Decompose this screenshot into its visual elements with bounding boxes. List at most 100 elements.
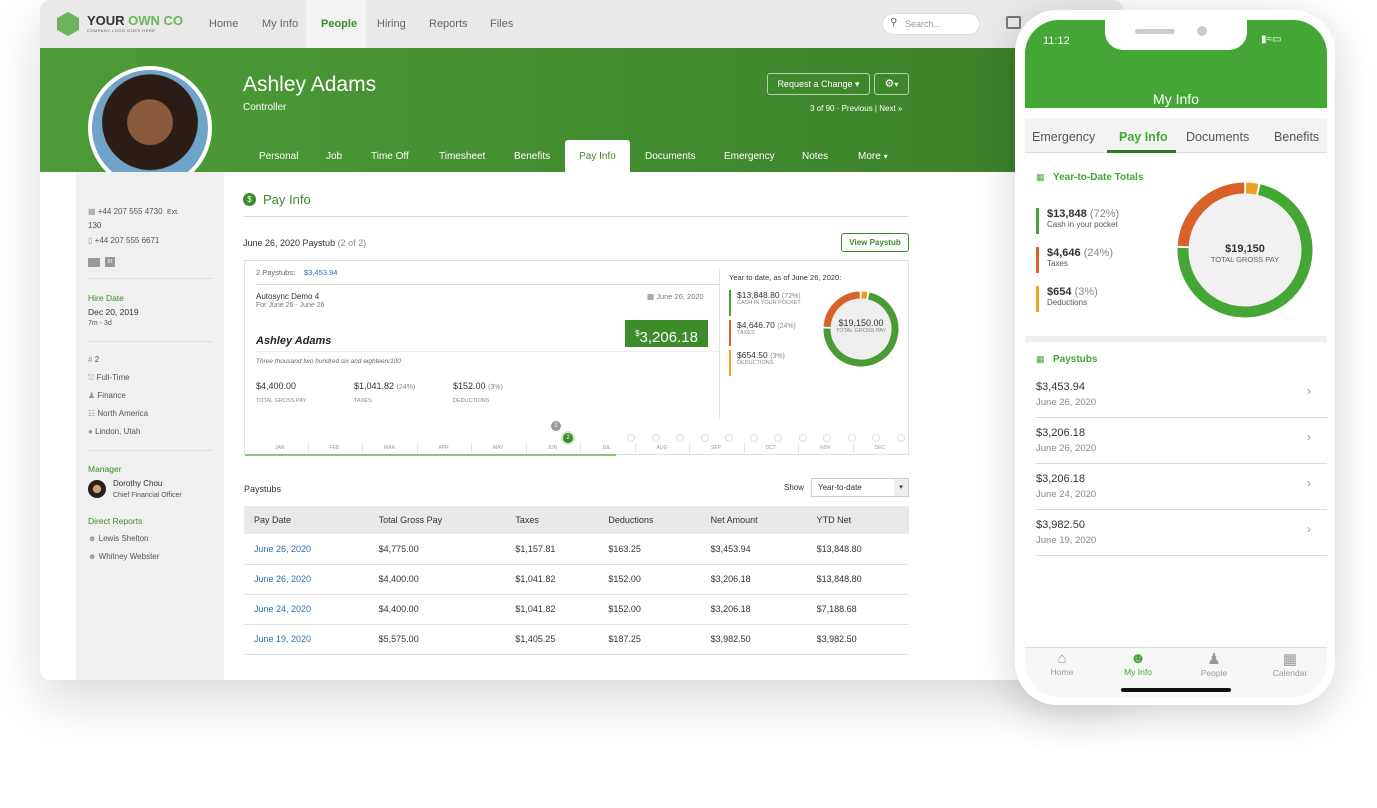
- column-header[interactable]: Net Amount: [700, 506, 807, 534]
- dollar-circle-icon: $: [243, 193, 256, 206]
- nav-home[interactable]: Home: [209, 18, 238, 30]
- nav-reports[interactable]: Reports: [429, 18, 468, 30]
- employee-name: Ashley Adams: [243, 73, 377, 96]
- pay-date-link[interactable]: June 24, 2020: [244, 594, 369, 625]
- settings-button[interactable]: ⚙▾: [874, 73, 909, 95]
- column-header[interactable]: Taxes: [505, 506, 599, 534]
- tab-personal[interactable]: Personal: [259, 151, 298, 162]
- month-divider: [362, 443, 363, 453]
- inbox-icon[interactable]: [1006, 16, 1021, 29]
- mobile-paystub-item[interactable]: $3,982.50 June 19, 2020 ›: [1035, 510, 1327, 556]
- search-input[interactable]: ⚲ Search...: [882, 13, 980, 35]
- timeline-month[interactable]: FEB: [330, 445, 340, 451]
- column-header[interactable]: Total Gross Pay: [368, 506, 506, 534]
- nav-icon: ♟: [1207, 651, 1221, 668]
- column-header[interactable]: Pay Date: [244, 506, 369, 534]
- logo[interactable]: YOUR OWN CO COMPANY LOGO GOES HERE: [57, 12, 207, 36]
- mobile-phone[interactable]: ▯ +44 207 555 6671: [88, 236, 159, 245]
- timeline-dot[interactable]: [676, 434, 684, 442]
- tab-emergency[interactable]: Emergency: [724, 151, 775, 162]
- tab-more[interactable]: More ▾: [858, 151, 888, 162]
- paystubs-amount-link[interactable]: $3,453.94: [304, 268, 337, 277]
- timeline-month[interactable]: APR: [439, 445, 449, 451]
- mobile-paystub-item[interactable]: $3,453.94 June 26, 2020 ›: [1035, 372, 1327, 418]
- timeline-dot[interactable]: [872, 434, 880, 442]
- mobile-tab-emergency[interactable]: Emergency: [1032, 130, 1095, 144]
- tab-pay-info[interactable]: Pay Info: [565, 140, 630, 172]
- month-divider: [689, 443, 690, 453]
- timeline-month[interactable]: AUG: [657, 445, 668, 451]
- timeline-month[interactable]: MAR: [384, 445, 395, 451]
- timeline-month[interactable]: DEC: [875, 445, 886, 451]
- timeline-month[interactable]: NOV: [820, 445, 831, 451]
- work-phone[interactable]: ▦ +44 207 555 4730 Ext. 130: [88, 205, 218, 232]
- table-cell: $3,982.50: [806, 624, 909, 655]
- timeline-month[interactable]: JUL: [602, 445, 611, 451]
- timeline-dot[interactable]: [896, 434, 905, 442]
- timeline-dot[interactable]: [749, 434, 758, 442]
- tab-timesheet[interactable]: Timesheet: [439, 151, 485, 162]
- timeline-dot[interactable]: [847, 434, 856, 442]
- manager-avatar[interactable]: [88, 480, 106, 498]
- pay-date-link[interactable]: June 26, 2020: [244, 564, 369, 595]
- caret-down-icon: ▾: [855, 79, 860, 89]
- bottom-nav-item[interactable]: ⌂ Home: [1037, 650, 1087, 677]
- timeline-dot[interactable]: [725, 434, 733, 442]
- column-header[interactable]: Deductions: [598, 506, 701, 534]
- tab-time-off[interactable]: Time Off: [371, 151, 409, 162]
- manager-name[interactable]: Dorothy Chou: [113, 479, 162, 488]
- timeline-dot[interactable]: [627, 434, 635, 442]
- table-row: June 19, 2020 $5,575.00 $1,405.25 $187.25 $3…: [244, 624, 909, 655]
- timeline-month[interactable]: JAN: [275, 445, 284, 451]
- bottom-nav-item[interactable]: ♟ People: [1189, 650, 1239, 678]
- column-header[interactable]: YTD Net: [806, 506, 909, 534]
- direct-report[interactable]: ☻ Whitney Webster: [88, 552, 159, 561]
- taxes: $1,041.82 (24%): [354, 381, 416, 391]
- direct-report[interactable]: ☻ Lewis Shelton: [88, 534, 148, 543]
- email-icon[interactable]: [88, 258, 100, 267]
- employee-pager[interactable]: 3 of 90 · Previous | Next »: [810, 104, 902, 113]
- view-paystub-button[interactable]: View Paystub: [841, 233, 909, 252]
- timeline-badge-gray[interactable]: 2: [551, 421, 561, 431]
- table-cell: $152.00: [598, 594, 701, 625]
- timeline-badge-green[interactable]: 2: [563, 433, 573, 443]
- timeline-dot[interactable]: [774, 434, 782, 442]
- pay-date-link[interactable]: June 26, 2020: [244, 534, 369, 565]
- nav-people[interactable]: People: [321, 18, 357, 30]
- nav-my-info[interactable]: My Info: [262, 18, 298, 30]
- nav-hiring[interactable]: Hiring: [377, 18, 406, 30]
- hash-icon: #: [88, 355, 93, 364]
- timeline-dot[interactable]: [651, 434, 660, 442]
- timeline-month[interactable]: JUN: [548, 445, 558, 451]
- request-change-button[interactable]: Request a Change ▾: [767, 73, 870, 95]
- timeline-dot[interactable]: [823, 434, 831, 442]
- tab-job[interactable]: Job: [326, 151, 342, 162]
- bottom-nav-item[interactable]: ☻ My Info: [1113, 650, 1163, 677]
- table-cell: $1,041.82: [505, 564, 599, 595]
- search-icon: ⚲: [890, 17, 898, 28]
- tab-notes[interactable]: Notes: [802, 151, 828, 162]
- tab-documents[interactable]: Documents: [645, 151, 696, 162]
- department: ♟ Finance: [88, 391, 126, 400]
- timeline-month[interactable]: OCT: [766, 445, 777, 451]
- linkedin-icon[interactable]: in: [105, 257, 115, 267]
- timeline-dot[interactable]: [700, 434, 709, 442]
- bottom-nav-item[interactable]: ▦ Calendar: [1265, 650, 1315, 678]
- tab-benefits[interactable]: Benefits: [514, 151, 550, 162]
- timeline-month[interactable]: MAY: [493, 445, 503, 451]
- pay-date-link[interactable]: June 19, 2020: [244, 624, 369, 655]
- timeline-month[interactable]: SEP: [711, 445, 721, 451]
- timeline-dot[interactable]: [798, 434, 807, 442]
- period-select[interactable]: Year-to-date ▾: [811, 478, 909, 497]
- mobile-paystub-item[interactable]: $3,206.18 June 24, 2020 ›: [1035, 464, 1327, 510]
- mobile-tab-benefits[interactable]: Benefits: [1274, 130, 1319, 144]
- mobile-tab-pay-info[interactable]: Pay Info: [1119, 130, 1168, 144]
- nav-files[interactable]: Files: [490, 18, 513, 30]
- mobile-paystub-item[interactable]: $3,206.18 June 26, 2020 ›: [1035, 418, 1327, 464]
- mobile-tab-documents[interactable]: Documents: [1186, 130, 1249, 144]
- table-row: June 26, 2020 $4,775.00 $1,157.81 $163.25 $3…: [244, 534, 909, 565]
- month-divider: [416, 443, 418, 453]
- chevron-right-icon: ›: [1307, 430, 1311, 444]
- month-divider: [580, 443, 581, 453]
- table-cell: $163.25: [598, 534, 701, 565]
